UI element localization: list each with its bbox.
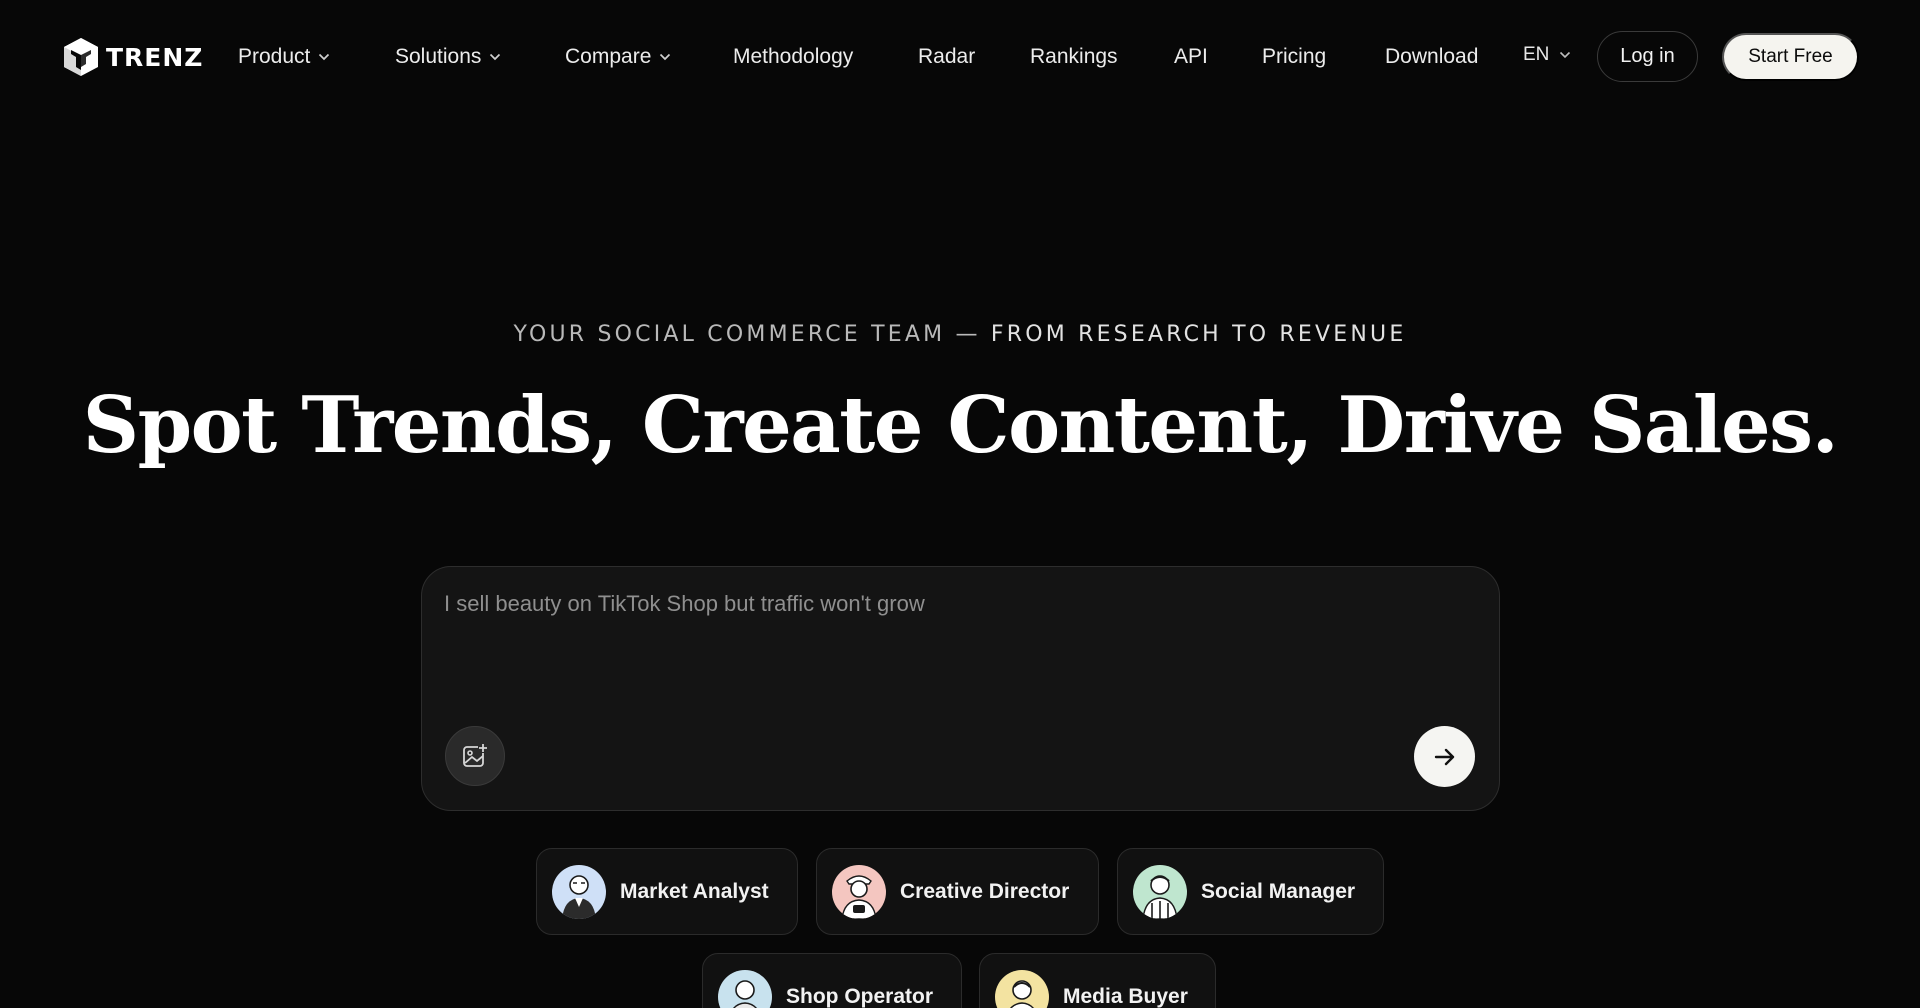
nav-item-label: Product bbox=[238, 45, 311, 68]
brand-logo[interactable]: TRENZ bbox=[62, 36, 203, 78]
nav-item-compare[interactable]: Compare bbox=[565, 45, 671, 69]
nav-item-label: Radar bbox=[918, 45, 976, 68]
landing-page: TRENZ Product Solutions Compare Methodol… bbox=[0, 0, 1920, 1008]
media-buyer-avatar-icon bbox=[1009, 979, 1035, 1008]
nav-item-radar[interactable]: Radar bbox=[918, 45, 975, 69]
role-chip-market-analyst[interactable]: Market Analyst bbox=[536, 848, 798, 935]
nav-item-api[interactable]: API bbox=[1174, 45, 1208, 69]
cube-logo-icon bbox=[64, 38, 98, 76]
nav-item-download[interactable]: Download bbox=[1385, 45, 1478, 69]
role-label: Social Manager bbox=[1201, 879, 1356, 903]
eyebrow-part1: YOUR SOCIAL COMMERCE TEAM — bbox=[513, 322, 991, 347]
role-chip-media-buyer[interactable]: Media Buyer bbox=[979, 953, 1216, 1008]
role-label: Creative Director bbox=[900, 879, 1070, 903]
nav-item-label: Solutions bbox=[395, 45, 482, 68]
nav-item-methodology[interactable]: Methodology bbox=[733, 45, 853, 69]
avatar bbox=[1133, 864, 1187, 919]
avatar bbox=[832, 864, 886, 919]
avatar bbox=[995, 969, 1049, 1008]
hero-headline: Spot Trends, Create Content, Drive Sales… bbox=[82, 380, 1839, 471]
role-chip-creative-director[interactable]: Creative Director bbox=[816, 848, 1099, 935]
send-button[interactable] bbox=[1414, 726, 1475, 787]
chevron-down-icon bbox=[1560, 51, 1571, 59]
hero-eyebrow: YOUR SOCIAL COMMERCE TEAM — FROM RESEARC… bbox=[0, 322, 1920, 347]
login-button[interactable]: Log in bbox=[1597, 31, 1698, 82]
nav-item-label: Methodology bbox=[733, 45, 854, 68]
top-nav: TRENZ Product Solutions Compare Methodol… bbox=[0, 0, 1920, 114]
market-analyst-avatar-icon bbox=[562, 874, 596, 919]
brand-name: TRENZ bbox=[106, 42, 204, 72]
avatar bbox=[552, 864, 606, 919]
role-label: Media Buyer bbox=[1063, 984, 1188, 1008]
nav-item-rankings[interactable]: Rankings bbox=[1030, 45, 1118, 69]
social-manager-avatar-icon bbox=[1142, 874, 1178, 919]
chevron-down-icon bbox=[660, 53, 671, 61]
role-chip-social-manager[interactable]: Social Manager bbox=[1117, 848, 1384, 935]
language-code: EN bbox=[1523, 44, 1550, 65]
role-label: Shop Operator bbox=[786, 984, 934, 1008]
prompt-input[interactable] bbox=[444, 591, 1474, 691]
avatar bbox=[718, 969, 772, 1008]
eyebrow-part2: FROM RESEARCH TO REVENUE bbox=[990, 322, 1407, 347]
chevron-down-icon bbox=[490, 53, 501, 61]
image-plus-icon bbox=[463, 743, 488, 767]
nav-item-product[interactable]: Product bbox=[238, 45, 330, 69]
nav-item-label: Download bbox=[1385, 45, 1479, 68]
creative-director-avatar-icon bbox=[841, 874, 877, 919]
nav-item-label: Pricing bbox=[1262, 45, 1327, 68]
chevron-down-icon bbox=[319, 53, 330, 61]
upload-image-button[interactable] bbox=[445, 726, 505, 786]
nav-item-label: Rankings bbox=[1030, 45, 1118, 68]
prompt-box bbox=[421, 566, 1500, 811]
language-selector[interactable]: EN bbox=[1523, 44, 1571, 66]
nav-item-label: Compare bbox=[565, 45, 652, 68]
role-label: Market Analyst bbox=[620, 879, 769, 903]
nav-item-label: API bbox=[1174, 45, 1208, 68]
nav-item-pricing[interactable]: Pricing bbox=[1262, 45, 1326, 69]
start-free-button[interactable]: Start Free bbox=[1722, 33, 1859, 81]
arrow-right-icon bbox=[1434, 748, 1454, 765]
shop-operator-avatar-icon bbox=[732, 979, 758, 1008]
nav-item-solutions[interactable]: Solutions bbox=[395, 45, 501, 69]
role-chip-shop-operator[interactable]: Shop Operator bbox=[702, 953, 962, 1008]
